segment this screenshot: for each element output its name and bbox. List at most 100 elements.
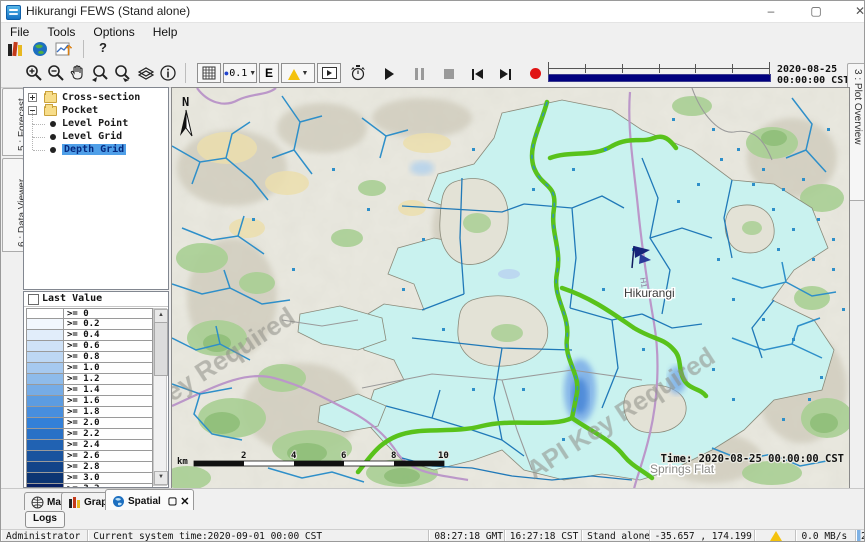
legend-swatch <box>27 407 64 417</box>
tab-maximize-icon[interactable]: ▢ <box>168 496 177 507</box>
legend-swatch <box>27 330 64 340</box>
status-user: Administrator <box>1 530 88 542</box>
application-window: Hikurangi FEWS (Stand alone) – ▢ ✕ FileT… <box>0 0 865 542</box>
tab-forecast[interactable]: 5 : Forecast <box>2 88 24 156</box>
tree-item-level-grid[interactable]: Level Grid <box>28 131 166 144</box>
legend-swatch <box>27 374 64 384</box>
play-button[interactable] <box>379 66 399 82</box>
logs-button[interactable]: Logs <box>25 511 65 528</box>
status-transfer-rate: 0.0 MB/s <box>796 530 856 542</box>
legend-value: >= 2.8 <box>64 462 152 472</box>
last-value-checkbox[interactable] <box>28 294 39 305</box>
layers-icon[interactable] <box>137 64 155 82</box>
tab-close-icon[interactable]: ✕ <box>180 495 189 508</box>
logs-row: Logs <box>1 510 865 529</box>
help-button[interactable]: ? <box>99 40 117 56</box>
menu-tools[interactable]: Tools <box>38 24 84 40</box>
map-globe-icon <box>31 496 44 509</box>
map-viewport[interactable]: Hikurangi Springs Flat H1 Time: 2020-08-… <box>171 87 850 490</box>
legend-row: >= 0.4 <box>26 330 153 341</box>
toolbar-separator <box>185 63 186 83</box>
folder-icon <box>44 93 57 103</box>
legend-row: >= 1.2 <box>26 374 153 385</box>
zoom-next-icon[interactable] <box>113 64 131 82</box>
export-animation-icon[interactable] <box>349 64 367 82</box>
tree-item-depth-grid[interactable]: Depth Grid <box>28 144 166 157</box>
animation-player-button[interactable] <box>317 63 341 83</box>
tree-item-pocket[interactable]: Pocket <box>28 105 166 118</box>
legend-row: >= 3.0 <box>26 473 153 484</box>
scrollbar-thumb[interactable] <box>154 322 168 376</box>
legend-swatch <box>27 352 64 362</box>
legend-value: >= 0.6 <box>64 341 152 351</box>
expander-icon[interactable] <box>28 93 37 102</box>
svg-text:6: 6 <box>341 451 346 461</box>
legend-row: >= 1.8 <box>26 407 153 418</box>
app-logo-icon <box>6 5 21 20</box>
zoom-in-icon[interactable] <box>25 64 43 82</box>
timeline-tick <box>659 64 660 73</box>
folder-icon <box>44 106 57 116</box>
legend-value: >= 3.0 <box>64 473 152 483</box>
timeline-tick <box>548 62 549 75</box>
menu-help[interactable]: Help <box>144 24 187 40</box>
tab-plot-overview-label: 3 : Plot Overview <box>852 69 863 145</box>
record-button[interactable] <box>525 65 545 81</box>
zoom-out-icon[interactable] <box>47 64 65 82</box>
svg-text:N: N <box>182 95 189 109</box>
zoom-previous-icon[interactable] <box>91 64 109 82</box>
grid-toggle-button[interactable] <box>197 63 221 83</box>
svg-text:km: km <box>177 457 188 467</box>
status-system-time: Current system time:2020-09-01 00:00 CST <box>88 530 429 542</box>
tab-data-viewer[interactable]: 6 : Data Viewer <box>2 158 24 252</box>
legend-value: >= 1.6 <box>64 396 152 406</box>
tree-item-level-point[interactable]: Level Point <box>28 118 166 131</box>
info-icon[interactable] <box>159 64 177 82</box>
window-title: Hikurangi FEWS (Stand alone) <box>26 4 190 18</box>
layer-dot-icon <box>50 121 56 127</box>
skip-to-end-button[interactable] <box>495 66 515 82</box>
timeseries-display-icon[interactable] <box>55 41 73 57</box>
legend-row: >= 2.8 <box>26 462 153 473</box>
pause-button[interactable] <box>409 66 429 82</box>
globe-icon[interactable] <box>31 41 49 57</box>
last-value-label: Last Value <box>42 293 102 304</box>
maximize-button[interactable]: ▢ <box>797 1 835 22</box>
pan-hand-icon[interactable] <box>69 64 87 82</box>
minimize-button[interactable]: – <box>752 1 790 22</box>
scroll-down-icon[interactable]: ▼ <box>154 471 168 485</box>
legend-scrollbar[interactable]: ▲ ▼ <box>153 308 167 486</box>
tab-spatial-label: Spatial <box>128 496 161 507</box>
status-warning-cell[interactable] <box>755 530 797 542</box>
legend-swatch <box>27 418 64 428</box>
close-button[interactable]: ✕ <box>841 1 865 22</box>
legend-header: Last Value <box>24 292 168 307</box>
status-memory[interactable]: 2.5 GB <box>856 530 865 542</box>
legend-row: >= 2.4 <box>26 440 153 451</box>
scroll-up-icon[interactable]: ▲ <box>154 309 168 323</box>
legend-swatch <box>27 319 64 329</box>
legend-value: >= 0 <box>64 309 152 318</box>
warning-threshold-dropdown[interactable]: ▼ <box>281 63 315 83</box>
tab-spatial[interactable]: Spatial ▢ ✕ <box>105 489 194 512</box>
legend-value: >= 0.4 <box>64 330 152 340</box>
legend-value: >= 1.0 <box>64 363 152 373</box>
legend-swatch <box>27 462 64 472</box>
legend-swatch <box>27 309 64 318</box>
stop-button[interactable] <box>439 66 459 82</box>
legend-value: >= 2.6 <box>64 451 152 461</box>
legend-row: >= 2.2 <box>26 429 153 440</box>
play-box-icon <box>322 67 337 79</box>
legend-value: >= 2.2 <box>64 429 152 439</box>
legend-value: >= 2.4 <box>64 440 152 450</box>
contour-interval-dropdown[interactable]: ● 0.1 ▼ <box>223 63 257 83</box>
menu-file[interactable]: File <box>1 24 38 40</box>
legend-swatch <box>27 341 64 351</box>
skip-to-start-button[interactable] <box>467 66 487 82</box>
database-chart-icon[interactable] <box>7 41 25 57</box>
timeline-tick <box>695 64 696 73</box>
longitudinal-profile-button[interactable]: E <box>259 63 279 83</box>
menu-options[interactable]: Options <box>84 24 143 40</box>
time-slider[interactable] <box>546 61 771 83</box>
svg-text:4: 4 <box>291 451 297 461</box>
